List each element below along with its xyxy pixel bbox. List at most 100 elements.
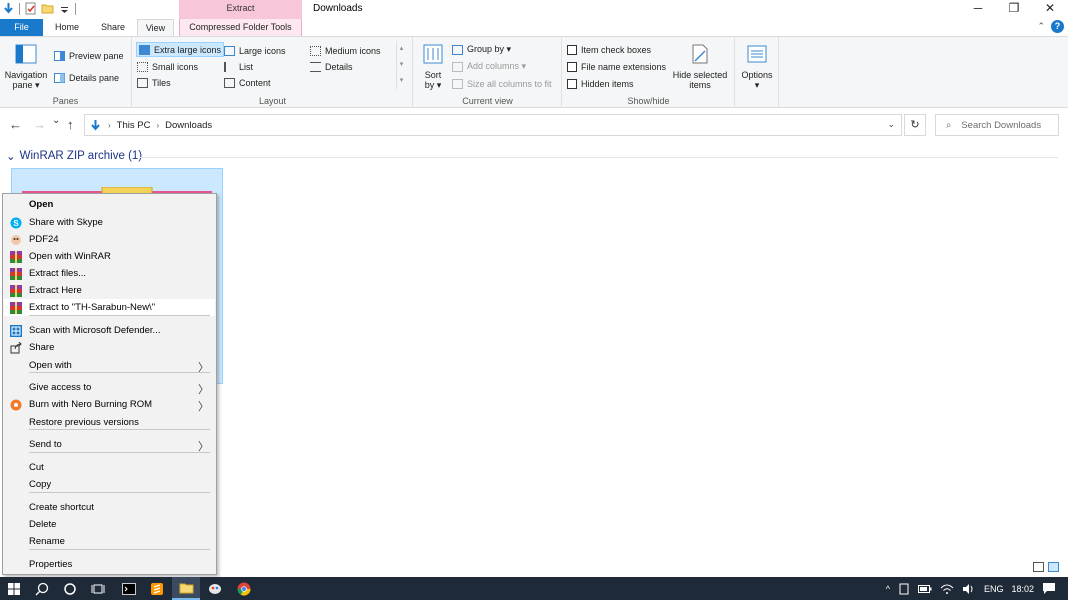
breadcrumb-separator[interactable]: ›: [156, 121, 159, 130]
help-icon[interactable]: ?: [1051, 20, 1064, 33]
layout-gallery-scroll[interactable]: ▴ ▾ ▾: [396, 41, 406, 89]
recent-locations-icon[interactable]: ⌄: [52, 115, 60, 126]
details-view-icon[interactable]: [1033, 562, 1044, 572]
file-group-header[interactable]: ⌄ WinRAR ZIP archive (1): [6, 149, 142, 163]
details-pane-button[interactable]: Details pane: [54, 70, 119, 85]
menu-item-send-to[interactable]: Send to 〉: [4, 436, 215, 453]
wifi-icon[interactable]: [940, 583, 954, 595]
menu-item-rename[interactable]: Rename: [4, 533, 215, 550]
sort-by-button[interactable]: Sort by ▾: [420, 43, 446, 90]
menu-item-give-access-to[interactable]: Give access to 〉: [4, 379, 215, 396]
start-button[interactable]: [0, 577, 28, 600]
tab-share[interactable]: Share: [92, 19, 134, 36]
item-check-boxes-checkbox[interactable]: [567, 44, 577, 55]
notifications-icon[interactable]: [1042, 582, 1056, 595]
size-all-columns-button[interactable]: Size all columns to fit: [452, 76, 552, 91]
menu-item-pdf24[interactable]: PDF24: [4, 231, 215, 248]
tab-home[interactable]: Home: [46, 19, 88, 36]
tiles-button[interactable]: Tiles: [137, 75, 171, 90]
extract-context-header: Extract: [179, 0, 302, 19]
cortana-button[interactable]: [56, 577, 84, 600]
collapse-ribbon-icon[interactable]: ⌃: [1037, 21, 1045, 32]
size-all-columns-icon: [452, 78, 463, 89]
close-button[interactable]: ✕: [1032, 0, 1068, 19]
gallery-scroll-up-icon[interactable]: ▴: [397, 41, 406, 57]
item-check-boxes-toggle[interactable]: Item check boxes: [567, 42, 651, 57]
large-icons-view-icon[interactable]: [1048, 562, 1059, 572]
back-icon[interactable]: ←: [9, 117, 22, 132]
add-columns-button[interactable]: Add columns ▾: [452, 59, 526, 74]
hidden-items-checkbox[interactable]: [567, 78, 577, 89]
menu-item-open-with-winrar[interactable]: Open with WinRAR: [4, 248, 215, 265]
small-icons-button[interactable]: Small icons: [137, 59, 198, 74]
search-taskbar-button[interactable]: [28, 577, 56, 600]
menu-item-copy[interactable]: Copy: [4, 476, 215, 493]
task-view-icon: [91, 584, 105, 593]
file-explorer-icon: [179, 583, 193, 593]
up-icon[interactable]: ↑: [67, 117, 74, 132]
restore-button[interactable]: ❐: [996, 0, 1032, 19]
menu-item-create-shortcut[interactable]: Create shortcut: [4, 499, 215, 516]
help-area: ⌃ ?: [1037, 20, 1064, 33]
hide-selected-items-button[interactable]: Hide selected items: [669, 43, 731, 90]
menu-item-label: Properties: [29, 559, 73, 570]
refresh-button[interactable]: ↻: [904, 114, 926, 136]
forward-icon[interactable]: →: [33, 117, 46, 132]
task-view-button[interactable]: [84, 577, 112, 600]
navigation-pane-button[interactable]: Navigation pane ▾: [4, 43, 48, 90]
volume-icon[interactable]: [962, 583, 976, 595]
gallery-more-icon[interactable]: ▾: [397, 73, 406, 89]
menu-item-extract-to-th-sarabun-new[interactable]: Extract to "TH-Sarabun-New\": [4, 299, 215, 316]
address-field[interactable]: › This PC › Downloads ⌄: [84, 114, 902, 136]
chrome-icon: [237, 582, 251, 595]
tab-view[interactable]: View: [137, 19, 174, 37]
tab-compressed-folder-tools[interactable]: Compressed Folder Tools: [179, 19, 302, 36]
paint-app-button[interactable]: [201, 577, 229, 600]
minimize-button[interactable]: ─: [960, 0, 996, 19]
group-collapse-icon[interactable]: ⌄: [6, 149, 16, 163]
menu-item-delete[interactable]: Delete: [4, 516, 215, 533]
content-button[interactable]: Content: [224, 75, 271, 90]
medium-icons-button[interactable]: Medium icons: [310, 43, 381, 58]
breadcrumb-this-pc[interactable]: This PC: [117, 120, 151, 131]
menu-item-share-with-skype[interactable]: S Share with Skype: [4, 214, 215, 231]
options-button[interactable]: Options ▾: [738, 43, 776, 90]
hidden-items-toggle[interactable]: Hidden items: [567, 76, 634, 91]
breadcrumb-downloads[interactable]: Downloads: [165, 120, 212, 131]
menu-item-properties[interactable]: Properties: [4, 556, 215, 573]
preview-pane-button[interactable]: Preview pane: [54, 48, 124, 63]
menu-item-open[interactable]: Open: [4, 196, 215, 213]
device-icon[interactable]: [898, 583, 910, 595]
language-indicator[interactable]: ENG: [984, 584, 1004, 594]
file-explorer-app-button[interactable]: [172, 577, 200, 600]
navigation-pane-icon: [15, 44, 37, 64]
tab-file[interactable]: File: [0, 19, 43, 36]
clock[interactable]: 18:02: [1011, 584, 1034, 594]
group-by-button[interactable]: Group by ▾: [452, 42, 511, 57]
file-name-extensions-toggle[interactable]: File name extensions: [567, 59, 666, 74]
extra-large-icons-button[interactable]: Extra large icons: [136, 42, 225, 57]
sublime-app-button[interactable]: [143, 577, 171, 600]
chrome-app-button[interactable]: [230, 577, 258, 600]
menu-item-cut[interactable]: Cut: [4, 459, 215, 476]
list-button[interactable]: List: [224, 59, 253, 74]
download-arrow-icon[interactable]: [2, 2, 15, 15]
menu-item-scan-with-microsoft-defender[interactable]: Scan with Microsoft Defender...: [4, 322, 215, 339]
gallery-scroll-down-icon[interactable]: ▾: [397, 57, 406, 73]
qat-customize-icon[interactable]: [58, 2, 71, 15]
menu-item-burn-with-nero-burning-rom[interactable]: Burn with Nero Burning ROM 〉: [4, 396, 215, 413]
properties-icon[interactable]: [24, 2, 37, 15]
address-dropdown-icon[interactable]: ⌄: [887, 119, 895, 130]
terminal-app-button[interactable]: [115, 577, 143, 600]
menu-item-label: Create shortcut: [29, 502, 94, 513]
details-button[interactable]: Details: [310, 59, 353, 74]
search-input[interactable]: ⌕ Search Downloads: [935, 114, 1059, 136]
menu-item-extract-here[interactable]: Extract Here: [4, 282, 215, 299]
new-folder-icon[interactable]: [41, 2, 54, 15]
tray-overflow-icon[interactable]: ^: [886, 584, 890, 594]
large-icons-button[interactable]: Large icons: [224, 43, 286, 58]
battery-icon[interactable]: [917, 584, 932, 594]
file-name-extensions-checkbox[interactable]: [567, 61, 577, 72]
menu-item-share[interactable]: Share: [4, 339, 215, 356]
menu-item-extract-files[interactable]: Extract files...: [4, 265, 215, 282]
